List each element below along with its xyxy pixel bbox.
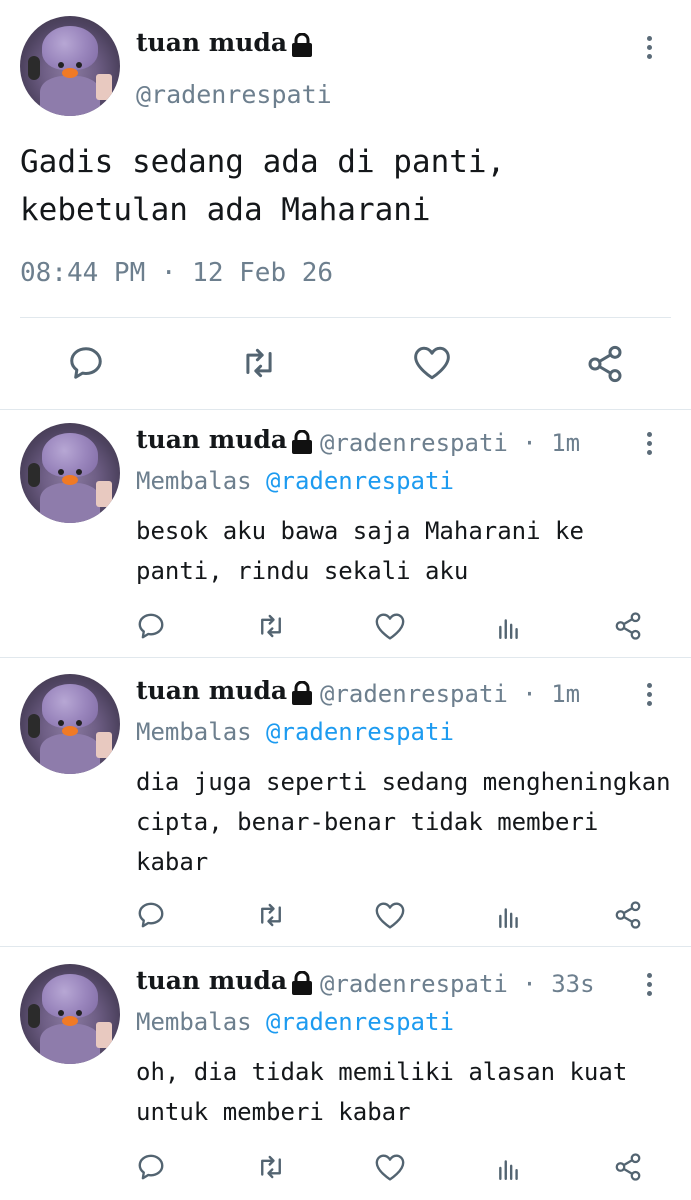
heart-icon[interactable] — [374, 901, 406, 930]
lock-icon — [292, 970, 313, 995]
share-icon[interactable] — [613, 611, 643, 641]
reply-text: dia juga seperti sedang mengheningkan ci… — [136, 768, 671, 876]
views-icon[interactable] — [496, 903, 522, 929]
divider — [0, 657, 691, 658]
more-icon[interactable] — [647, 683, 653, 710]
more-icon[interactable] — [647, 973, 653, 1000]
more-icon[interactable] — [647, 36, 653, 63]
replying-label: Membalas — [136, 718, 252, 746]
reply-meta[interactable]: @radenrespati · 33s — [320, 970, 595, 998]
replying-mention[interactable]: @radenrespati — [266, 467, 454, 495]
author-name[interactable]: tuan muda — [136, 425, 313, 454]
heart-icon[interactable] — [412, 345, 452, 381]
tweet-text: Gadis sedang ada di panti, kebetulan ada… — [20, 144, 506, 228]
views-icon[interactable] — [496, 1155, 522, 1181]
reply-text: oh, dia tidak memiliki alasan kuat untuk… — [136, 1058, 628, 1126]
avatar[interactable] — [20, 423, 120, 523]
heart-icon[interactable] — [374, 1153, 406, 1182]
lock-icon — [292, 680, 313, 705]
author-name[interactable]: tuan muda — [136, 676, 313, 705]
share-icon[interactable] — [613, 1152, 643, 1182]
share-icon[interactable] — [585, 344, 625, 384]
lock-icon — [292, 429, 313, 454]
divider — [20, 317, 671, 318]
reply-text: besok aku bawa saja Maharani ke panti, r… — [136, 517, 584, 585]
avatar[interactable] — [20, 674, 120, 774]
author-name-text: tuan muda — [136, 676, 288, 705]
replying-mention[interactable]: @radenrespati — [266, 1008, 454, 1036]
avatar[interactable] — [20, 16, 120, 116]
reply-icon[interactable] — [67, 344, 105, 382]
avatar[interactable] — [20, 964, 120, 1064]
retweet-icon[interactable] — [254, 611, 288, 641]
reply-icon[interactable] — [136, 1152, 166, 1182]
replying-to: Membalas @radenrespati — [136, 718, 454, 746]
author-name-text: tuan muda — [136, 966, 288, 995]
lock-icon — [292, 32, 313, 57]
reply-meta[interactable]: @radenrespati · 1m — [320, 680, 580, 708]
replying-to: Membalas @radenrespati — [136, 1008, 454, 1036]
author-name[interactable]: tuan muda — [136, 966, 313, 995]
reply-icon[interactable] — [136, 900, 166, 930]
share-icon[interactable] — [613, 900, 643, 930]
replying-label: Membalas — [136, 1008, 252, 1036]
reply-icon[interactable] — [136, 611, 166, 641]
views-icon[interactable] — [496, 614, 522, 640]
retweet-icon[interactable] — [238, 344, 280, 382]
replying-to: Membalas @radenrespati — [136, 467, 454, 495]
author-handle[interactable]: @radenrespati — [136, 80, 332, 109]
author-name-text: tuan muda — [136, 28, 288, 57]
author-name[interactable]: tuan muda — [136, 28, 313, 57]
retweet-icon[interactable] — [254, 900, 288, 930]
divider — [0, 946, 691, 947]
replying-mention[interactable]: @radenrespati — [266, 718, 454, 746]
reply-meta[interactable]: @radenrespati · 1m — [320, 429, 580, 457]
replying-label: Membalas — [136, 467, 252, 495]
tweet-timestamp[interactable]: 08:44 PM · 12 Feb 26 — [20, 258, 333, 288]
more-icon[interactable] — [647, 432, 653, 459]
author-name-text: tuan muda — [136, 425, 288, 454]
heart-icon[interactable] — [374, 612, 406, 641]
retweet-icon[interactable] — [254, 1152, 288, 1182]
divider — [0, 409, 691, 410]
